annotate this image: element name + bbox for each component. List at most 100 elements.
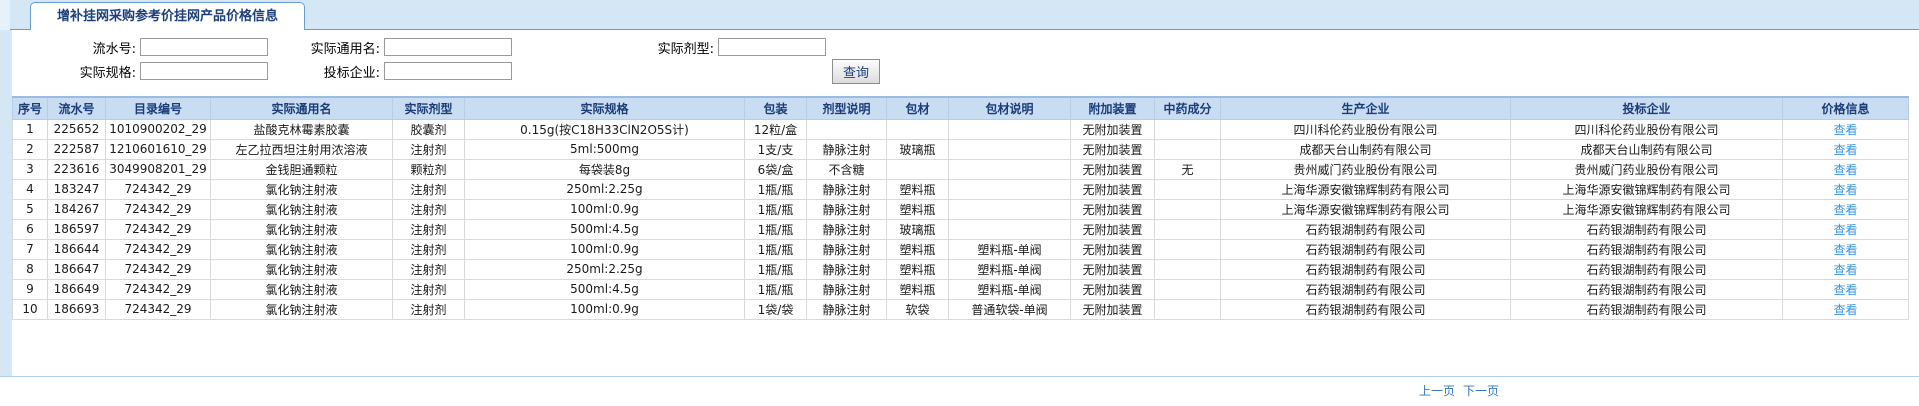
- table-cell: 静脉注射: [807, 219, 887, 239]
- table-cell: 250ml:2.25g: [465, 179, 745, 199]
- table-cell: 1瓶/瓶: [745, 259, 807, 279]
- table-cell: 不含糖: [807, 159, 887, 179]
- table-cell: 223616: [48, 159, 106, 179]
- table-cell: 无: [1155, 159, 1221, 179]
- table-cell: 静脉注射: [807, 259, 887, 279]
- table-cell: 222587: [48, 139, 106, 159]
- column-header-2: 流水号: [48, 97, 106, 119]
- view-price-link[interactable]: 查看: [1833, 183, 1857, 197]
- table-cell: 上海华源安徽锦辉制药有限公司: [1511, 179, 1783, 199]
- table-cell: 石药银湖制药有限公司: [1511, 239, 1783, 259]
- spec-input[interactable]: [140, 62, 268, 80]
- table-cell: 500ml:4.5g: [465, 219, 745, 239]
- table-cell: 石药银湖制药有限公司: [1221, 279, 1511, 299]
- table-cell: 1: [13, 119, 48, 139]
- table-cell: 塑料瓶: [887, 259, 949, 279]
- table-cell: 无附加装置: [1071, 159, 1155, 179]
- view-price-link[interactable]: 查看: [1833, 203, 1857, 217]
- table-cell: 724342_29: [106, 239, 211, 259]
- view-price-link[interactable]: 查看: [1833, 243, 1857, 257]
- table-cell: 石药银湖制药有限公司: [1511, 219, 1783, 239]
- table-cell: 724342_29: [106, 199, 211, 219]
- page-title-tab[interactable]: 增补挂网采购参考价挂网产品价格信息: [30, 2, 305, 30]
- table-cell: 胶囊剂: [393, 119, 465, 139]
- table-cell: [807, 119, 887, 139]
- table-cell: 6: [13, 219, 48, 239]
- table-cell: 金钱胆通颗粒: [211, 159, 393, 179]
- table-cell: 1210601610_29: [106, 139, 211, 159]
- table-cell: [1155, 279, 1221, 299]
- column-header-1: 序号: [13, 97, 48, 119]
- table-cell: 塑料瓶: [887, 199, 949, 219]
- table-cell: 上海华源安徽锦辉制药有限公司: [1221, 199, 1511, 219]
- table-cell: 贵州威门药业股份有限公司: [1221, 159, 1511, 179]
- table-cell: [1155, 199, 1221, 219]
- view-price-link[interactable]: 查看: [1833, 143, 1857, 157]
- price-info-cell: 查看: [1783, 279, 1909, 299]
- table-cell: 注射剂: [393, 219, 465, 239]
- table-cell: 186647: [48, 259, 106, 279]
- table-cell: 注射剂: [393, 139, 465, 159]
- table-cell: 注射剂: [393, 259, 465, 279]
- column-header-14: 投标企业: [1511, 97, 1783, 119]
- serial-no-label: 流水号:: [12, 38, 140, 57]
- view-price-link[interactable]: 查看: [1833, 163, 1857, 177]
- dosage-form-label: 实际剂型:: [512, 38, 718, 57]
- table-cell: 四川科伦药业股份有限公司: [1511, 119, 1783, 139]
- prev-page-link[interactable]: 上一页: [1419, 382, 1455, 399]
- next-page-link[interactable]: 下一页: [1463, 382, 1499, 399]
- column-header-13: 生产企业: [1221, 97, 1511, 119]
- view-price-link[interactable]: 查看: [1833, 303, 1857, 317]
- table-cell: 塑料瓶-单阀: [949, 279, 1071, 299]
- table-cell: 724342_29: [106, 259, 211, 279]
- table-cell: 上海华源安徽锦辉制药有限公司: [1511, 199, 1783, 219]
- table-cell: 静脉注射: [807, 179, 887, 199]
- column-header-6: 实际规格: [465, 97, 745, 119]
- table-cell: [1155, 139, 1221, 159]
- query-button[interactable]: 查询: [832, 59, 880, 84]
- column-header-9: 包材: [887, 97, 949, 119]
- table-cell: 1010900202_29: [106, 119, 211, 139]
- view-price-link[interactable]: 查看: [1833, 283, 1857, 297]
- table-cell: 225652: [48, 119, 106, 139]
- table-cell: 184267: [48, 199, 106, 219]
- price-info-cell: 查看: [1783, 219, 1909, 239]
- table-cell: 玻璃瓶: [887, 219, 949, 239]
- table-cell: 普通软袋-单阀: [949, 299, 1071, 319]
- table-cell: 每袋装8g: [465, 159, 745, 179]
- table-cell: 氯化钠注射液: [211, 299, 393, 319]
- table-cell: 无附加装置: [1071, 279, 1155, 299]
- table-row: 9186649724342_29氯化钠注射液注射剂500ml:4.5g1瓶/瓶静…: [13, 279, 1909, 299]
- table-cell: [1155, 299, 1221, 319]
- dosage-form-input[interactable]: [718, 38, 826, 56]
- table-cell: [949, 179, 1071, 199]
- table-cell: 氯化钠注射液: [211, 239, 393, 259]
- view-price-link[interactable]: 查看: [1833, 263, 1857, 277]
- table-cell: 5ml:500mg: [465, 139, 745, 159]
- table-cell: 上海华源安徽锦辉制药有限公司: [1221, 179, 1511, 199]
- generic-name-input[interactable]: [384, 38, 512, 56]
- table-header: 序号流水号目录编号实际通用名实际剂型实际规格包装剂型说明包材包材说明附加装置中药…: [13, 97, 1909, 119]
- bidder-input[interactable]: [384, 62, 512, 80]
- view-price-link[interactable]: 查看: [1833, 223, 1857, 237]
- table-row: 32236163049908201_29金钱胆通颗粒颗粒剂每袋装8g6袋/盒不含…: [13, 159, 1909, 179]
- table-cell: 1瓶/瓶: [745, 179, 807, 199]
- table-cell: 724342_29: [106, 219, 211, 239]
- serial-no-input[interactable]: [140, 38, 268, 56]
- table-cell: [949, 219, 1071, 239]
- price-info-cell: 查看: [1783, 259, 1909, 279]
- table-row: 10186693724342_29氯化钠注射液注射剂100ml:0.9g1袋/袋…: [13, 299, 1909, 319]
- view-price-link[interactable]: 查看: [1833, 123, 1857, 137]
- price-info-cell: 查看: [1783, 119, 1909, 139]
- table-cell: 1瓶/瓶: [745, 219, 807, 239]
- price-info-cell: 查看: [1783, 179, 1909, 199]
- table-cell: 3049908201_29: [106, 159, 211, 179]
- table-cell: 250ml:2.25g: [465, 259, 745, 279]
- top-tab-strip: 增补挂网采购参考价挂网产品价格信息: [0, 0, 1919, 30]
- table-cell: 贵州威门药业股份有限公司: [1511, 159, 1783, 179]
- main-panel: 流水号: 实际通用名: 实际剂型: 实际规格: 投标企业: 查询 序号流水号目录…: [0, 30, 1919, 376]
- search-form-row-2: 实际规格: 投标企业: 查询: [12, 59, 1919, 83]
- table-cell: 2: [13, 139, 48, 159]
- column-header-12: 中药成分: [1155, 97, 1221, 119]
- table-cell: 盐酸克林霉素胶囊: [211, 119, 393, 139]
